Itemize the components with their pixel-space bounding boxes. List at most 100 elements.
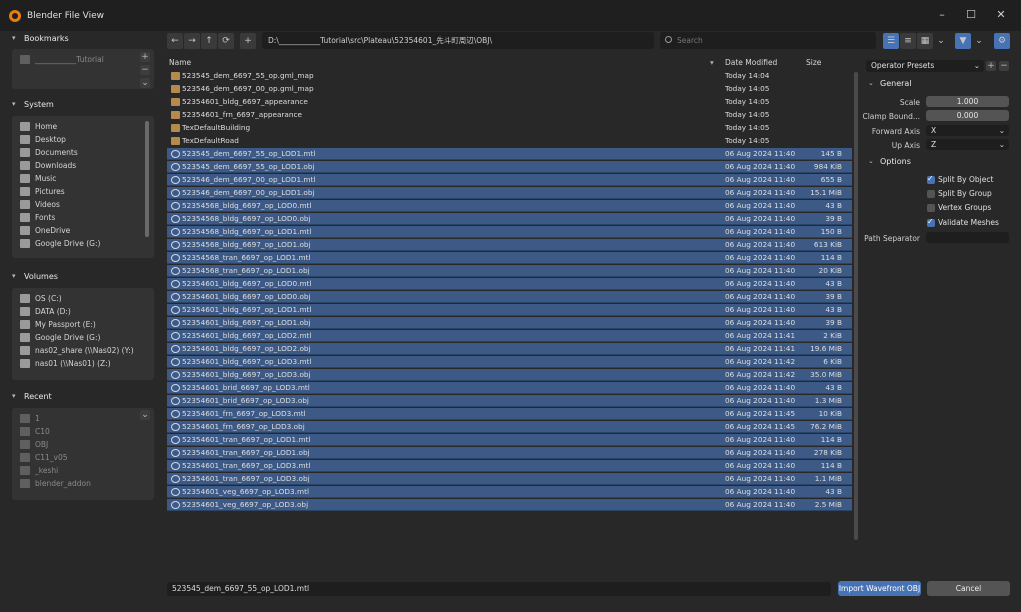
file-row[interactable]: 52354601_tran_6697_op_LOD1.obj 06 Aug 202… (167, 447, 852, 459)
volume-item-d[interactable]: DATA (D:) (20, 305, 71, 318)
volume-item-g[interactable]: Google Drive (G:) (20, 331, 100, 344)
file-row[interactable]: 52354601_veg_6697_op_LOD3.mtl 06 Aug 2024… (167, 486, 852, 498)
back-button[interactable]: ← (167, 33, 183, 49)
column-date-modified[interactable]: Date Modified (725, 58, 777, 67)
file-row[interactable]: 52354601_frn_6697_op_LOD3.mtl 06 Aug 2024… (167, 408, 852, 420)
recent-item[interactable]: OBJ (20, 438, 48, 451)
file-list-scrollbar[interactable] (854, 72, 858, 540)
parent-directory-button[interactable]: ↑ (201, 33, 217, 49)
gear-icon[interactable]: ⚙ (994, 33, 1010, 49)
folder-row[interactable]: 52354601_bldg_6697_appearance Today 14:05 (167, 96, 852, 108)
file-row[interactable]: 52354601_tran_6697_op_LOD3.mtl 06 Aug 202… (167, 460, 852, 472)
import-wavefront-obj-button[interactable]: Import Wavefront OBJ (838, 581, 921, 596)
file-row[interactable]: 52354601_bldg_6697_op_LOD0.obj 06 Aug 202… (167, 291, 852, 303)
system-scrollbar[interactable] (145, 121, 149, 237)
sidebar-item-fonts[interactable]: Fonts (20, 211, 55, 224)
file-row[interactable]: 52354601_bldg_6697_op_LOD1.obj 06 Aug 202… (167, 317, 852, 329)
recent-item[interactable]: blender_addon (20, 477, 91, 490)
volume-item-e[interactable]: My Passport (E:) (20, 318, 96, 331)
volume-item-c[interactable]: OS (C:) (20, 292, 62, 305)
file-row[interactable]: 52354568_tran_6697_op_LOD1.mtl 06 Aug 202… (167, 252, 852, 264)
file-row[interactable]: 523545_dem_6697_55_op_LOD1.mtl 06 Aug 202… (167, 148, 852, 160)
file-row[interactable]: 52354601_bldg_6697_op_LOD2.mtl 06 Aug 202… (167, 330, 852, 342)
operator-presets-dropdown[interactable]: Operator Presets ⌄ (866, 60, 984, 72)
file-row[interactable]: 52354601_tran_6697_op_LOD3.obj 06 Aug 202… (167, 473, 852, 485)
file-row[interactable]: 523545_dem_6697_55_op_LOD1.obj 06 Aug 202… (167, 161, 852, 173)
recent-header[interactable]: ▾ Recent (12, 390, 52, 402)
add-preset-button[interactable]: + (986, 61, 996, 71)
horizontal-list-view-button[interactable]: ≡ (900, 33, 916, 49)
file-row[interactable]: 52354601_bldg_6697_op_LOD0.mtl 06 Aug 202… (167, 278, 852, 290)
file-row[interactable]: 52354601_tran_6697_op_LOD1.mtl 06 Aug 202… (167, 434, 852, 446)
recent-menu-button[interactable]: ⌄ (140, 410, 150, 420)
minimize-button[interactable]: – (935, 8, 949, 22)
sidebar-item-videos[interactable]: Videos (20, 198, 60, 211)
file-row[interactable]: 52354568_bldg_6697_op_LOD1.mtl 06 Aug 202… (167, 226, 852, 238)
display-options-chevron-icon[interactable]: ⌄ (933, 33, 949, 49)
cancel-button[interactable]: Cancel (927, 581, 1010, 596)
system-header[interactable]: ▾ System (12, 98, 54, 110)
maximize-button[interactable]: ☐ (964, 8, 978, 22)
sidebar-item-downloads[interactable]: Downloads (20, 159, 76, 172)
file-row[interactable]: 52354601_veg_6697_op_LOD3.obj 06 Aug 2024… (167, 499, 852, 511)
filter-icon[interactable]: ▼ (955, 33, 971, 49)
file-row[interactable]: 52354601_brid_6697_op_LOD3.obj 06 Aug 202… (167, 395, 852, 407)
recent-item[interactable]: _keshi (20, 464, 58, 477)
sidebar-item-documents[interactable]: Documents (20, 146, 78, 159)
close-button[interactable]: ✕ (994, 8, 1008, 22)
forward-button[interactable]: → (184, 33, 200, 49)
volumes-header[interactable]: ▾ Volumes (12, 270, 58, 282)
bookmarks-menu-button[interactable]: ⌄ (140, 78, 150, 88)
clamp-bounding-box-field[interactable]: 0.000 (926, 110, 1009, 121)
folder-row[interactable]: 52354601_frn_6697_appearance Today 14:05 (167, 109, 852, 121)
scale-field[interactable]: 1.000 (926, 96, 1009, 107)
volume-item-y[interactable]: nas02_share (\\Nas02) (Y:) (20, 344, 134, 357)
file-row[interactable]: 523546_dem_6697_00_op_LOD1.obj 06 Aug 202… (167, 187, 852, 199)
volume-item-z[interactable]: nas01 (\\Nas01) (Z:) (20, 357, 111, 370)
file-row[interactable]: 523546_dem_6697_00_op_LOD1.mtl 06 Aug 202… (167, 174, 852, 186)
file-row[interactable]: 52354568_tran_6697_op_LOD1.obj 06 Aug 202… (167, 265, 852, 277)
thumbnail-view-button[interactable]: ▦ (917, 33, 933, 49)
file-row[interactable]: 52354601_bldg_6697_op_LOD3.obj 06 Aug 202… (167, 369, 852, 381)
remove-bookmark-button[interactable]: − (140, 65, 150, 75)
sidebar-item-desktop[interactable]: Desktop (20, 133, 66, 146)
filename-input[interactable]: 523545_dem_6697_55_op_LOD1.mtl (167, 582, 831, 596)
file-row[interactable]: 52354601_brid_6697_op_LOD3.mtl 06 Aug 202… (167, 382, 852, 394)
split-by-group-checkbox[interactable] (927, 190, 935, 198)
sidebar-item-music[interactable]: Music (20, 172, 56, 185)
file-row[interactable]: 52354601_bldg_6697_op_LOD2.obj 06 Aug 202… (167, 343, 852, 355)
recent-item[interactable]: 1 (20, 412, 40, 425)
sidebar-item-onedrive[interactable]: OneDrive (20, 224, 70, 237)
file-row[interactable]: 52354568_bldg_6697_op_LOD0.mtl 06 Aug 202… (167, 200, 852, 212)
forward-axis-dropdown[interactable]: X ⌄ (926, 125, 1009, 136)
recent-item[interactable]: C11_v05 (20, 451, 68, 464)
vertex-groups-checkbox[interactable] (927, 204, 935, 212)
remove-preset-button[interactable]: − (999, 61, 1009, 71)
file-row[interactable]: 52354568_bldg_6697_op_LOD0.obj 06 Aug 202… (167, 213, 852, 225)
file-row[interactable]: 52354568_bldg_6697_op_LOD1.obj 06 Aug 202… (167, 239, 852, 251)
bookmark-item[interactable]: ___________Tutorial (20, 53, 104, 66)
path-separator-field[interactable] (926, 232, 1009, 243)
folder-row[interactable]: 523546_dem_6697_00_op.gml_map Today 14:05 (167, 83, 852, 95)
recent-item[interactable]: C10 (20, 425, 50, 438)
refresh-button[interactable]: ⟳ (218, 33, 234, 49)
folder-row[interactable]: TexDefaultRoad Today 14:05 (167, 135, 852, 147)
new-folder-button[interactable]: + (240, 33, 256, 49)
filter-options-chevron-icon[interactable]: ⌄ (971, 33, 987, 49)
path-field[interactable]: D:\___________Tutorial\src\Plateau\52354… (262, 32, 654, 49)
search-input[interactable]: Search (660, 32, 876, 49)
column-size[interactable]: Size (806, 58, 821, 67)
sidebar-item-home[interactable]: Home (20, 120, 57, 133)
up-axis-dropdown[interactable]: Z ⌄ (926, 139, 1009, 150)
folder-row[interactable]: TexDefaultBuilding Today 14:05 (167, 122, 852, 134)
general-header[interactable]: ⌄ General (868, 77, 912, 89)
file-row[interactable]: 52354601_bldg_6697_op_LOD1.mtl 06 Aug 202… (167, 304, 852, 316)
split-by-object-checkbox[interactable] (927, 174, 935, 184)
vertical-list-view-button[interactable]: ☰ (883, 33, 899, 49)
options-header[interactable]: ⌄ Options (868, 155, 911, 167)
validate-meshes-checkbox[interactable] (927, 217, 935, 227)
bookmarks-header[interactable]: ▾ Bookmarks (12, 32, 69, 44)
file-row[interactable]: 52354601_frn_6697_op_LOD3.obj 06 Aug 2024… (167, 421, 852, 433)
add-bookmark-button[interactable]: + (140, 52, 150, 62)
sidebar-item-google-drive[interactable]: Google Drive (G:) (20, 237, 100, 250)
